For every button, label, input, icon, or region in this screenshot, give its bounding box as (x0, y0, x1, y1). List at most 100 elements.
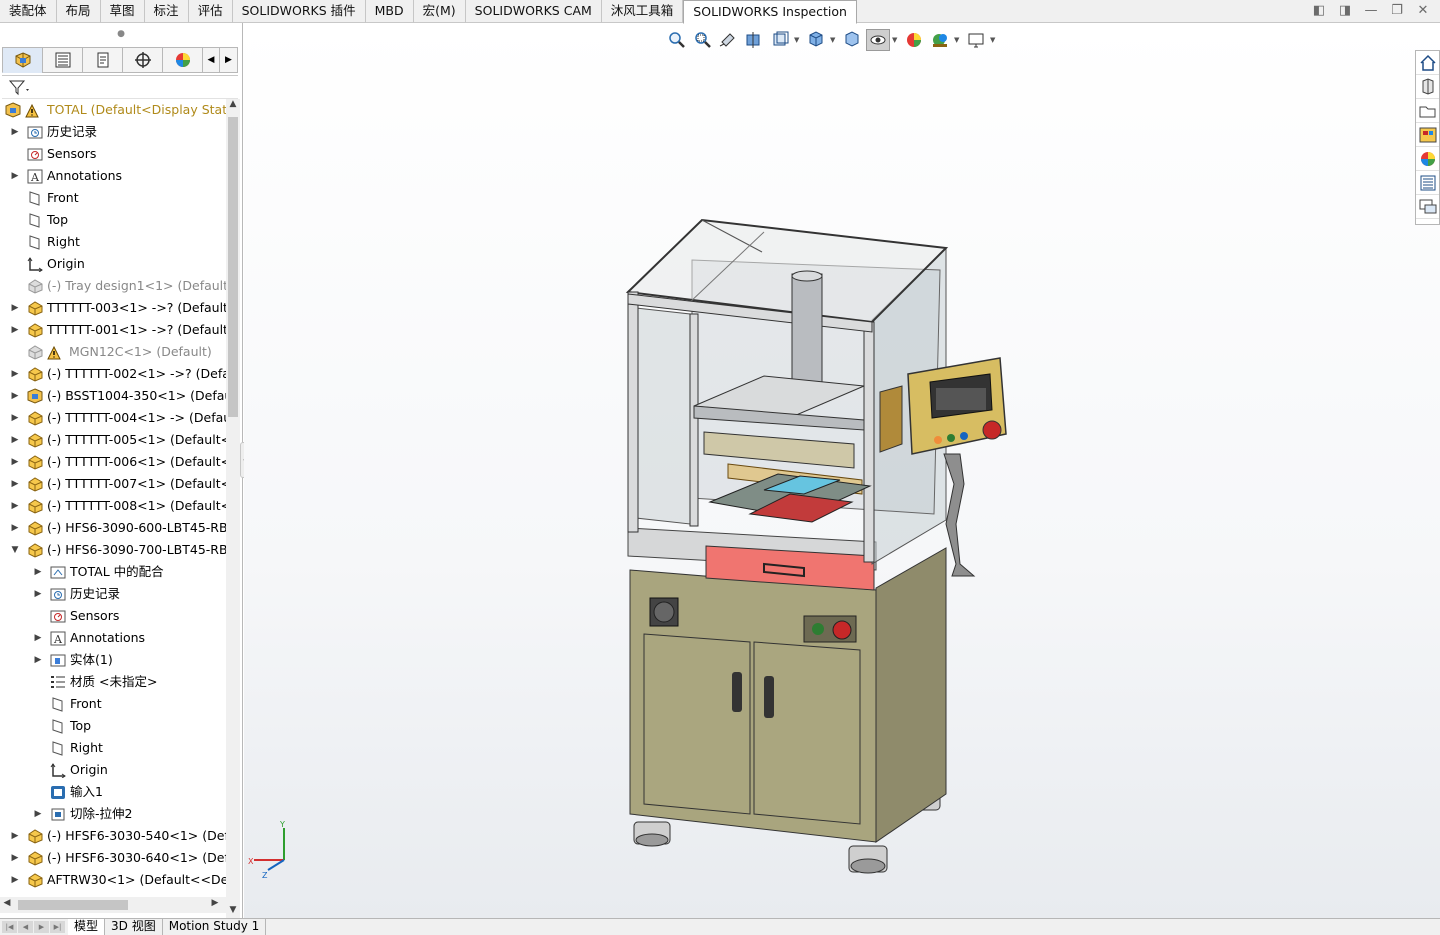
expand-arrow-icon[interactable]: ▶ (33, 627, 43, 649)
tree-item[interactable]: 材质 <未指定> (0, 671, 226, 693)
expand-arrow-icon[interactable]: ▶ (10, 517, 20, 539)
tree-item[interactable]: ▶ 切除-拉伸2 (0, 803, 226, 825)
expand-arrow-icon[interactable]: ▶ (33, 803, 43, 825)
expand-arrow-icon[interactable]: ▶ (10, 121, 20, 143)
panel-grip[interactable]: ● (0, 23, 242, 45)
scroll-down-icon[interactable]: ▼ (226, 905, 240, 919)
tree-item[interactable]: ▶ (-) TTTTTT-002<1> ->? (Defau (0, 363, 226, 385)
tree-item[interactable]: ▶ (-) TTTTTT-008<1> (Default<< (0, 495, 226, 517)
command-tab[interactable]: 草图 (101, 0, 145, 23)
tree-horizontal-scrollbar[interactable]: ◀ ▶ (0, 897, 226, 913)
tree-item[interactable]: ▶ 历史记录 (0, 583, 226, 605)
forum-tab[interactable] (1416, 195, 1439, 219)
tree-item[interactable]: Sensors (0, 605, 226, 627)
expand-arrow-icon[interactable]: ▶ (10, 847, 20, 869)
tabs-scroll-right-icon[interactable]: ▶ (220, 47, 238, 73)
tree-item[interactable]: Front (0, 693, 226, 715)
custom-properties-tab[interactable] (1416, 171, 1439, 195)
command-tab[interactable]: 沐风工具箱 (602, 0, 684, 23)
expand-arrow-icon[interactable]: ▶ (10, 319, 20, 341)
design-library-tab[interactable] (1416, 75, 1439, 99)
tree-item[interactable]: TOTAL (Default<Display State (0, 99, 226, 121)
appearances-tab[interactable] (1416, 147, 1439, 171)
expand-arrow-icon[interactable]: ▶ (10, 429, 20, 451)
tree-item[interactable]: Origin (0, 253, 226, 275)
feature-manager-tab[interactable] (2, 47, 42, 73)
tree-item[interactable]: ▼ (-) HFS6-3090-700-LBT45-RBT (0, 539, 226, 561)
command-tab[interactable]: 标注 (145, 0, 189, 23)
graphics-area[interactable]: ▼ ▼ ▼ ▼ ▼ Y X Z (244, 24, 1440, 918)
tree-item[interactable]: Sensors (0, 143, 226, 165)
expand-arrow-icon[interactable]: ▶ (10, 473, 20, 495)
bottom-tab[interactable]: 3D 视图 (105, 919, 163, 935)
home-tab[interactable] (1416, 51, 1439, 75)
tree-vertical-scrollbar[interactable]: ▲ ▼ (226, 99, 240, 919)
expand-arrow-icon[interactable]: ▶ (33, 561, 43, 583)
tree-item[interactable]: Front (0, 187, 226, 209)
expand-arrow-icon[interactable]: ▶ (10, 451, 20, 473)
last-tab-icon[interactable]: ▶| (50, 921, 65, 933)
expand-arrow-icon[interactable]: ▶ (10, 297, 20, 319)
tree-item[interactable]: MGN12C<1> (Default) (0, 341, 226, 363)
command-tab[interactable]: SOLIDWORKS Inspection (683, 0, 857, 24)
restore-icon[interactable]: ❐ (1386, 2, 1408, 20)
tree-filter[interactable] (2, 75, 238, 99)
expand-arrow-icon[interactable]: ▶ (10, 495, 20, 517)
tree-item[interactable]: ▶ 历史记录 (0, 121, 226, 143)
close-icon[interactable]: ✕ (1412, 2, 1434, 20)
tree-item[interactable]: Top (0, 209, 226, 231)
expand-arrow-icon[interactable]: ▶ (10, 363, 20, 385)
tree-item[interactable]: ▶ (-) HFSF6-3030-640<1> (Defau (0, 847, 226, 869)
command-tab[interactable]: SOLIDWORKS 插件 (233, 0, 366, 23)
tree-item[interactable]: ▶ (-) BSST1004-350<1> (Default (0, 385, 226, 407)
tree-item[interactable]: ▶ A Annotations (0, 627, 226, 649)
bottom-tab[interactable]: 模型 (68, 919, 106, 935)
tree-item[interactable]: ▶ TTTTTT-003<1> ->? (Default< (0, 297, 226, 319)
property-manager-tab[interactable] (42, 47, 82, 73)
tree-item[interactable]: Top (0, 715, 226, 737)
tile-left-icon[interactable]: ◧ (1308, 2, 1330, 20)
scroll-thumb[interactable] (228, 117, 238, 417)
h-scroll-thumb[interactable] (18, 900, 128, 910)
command-tab[interactable]: 布局 (57, 0, 101, 23)
dimxpert-manager-tab[interactable] (122, 47, 162, 73)
tree-item[interactable]: Right (0, 231, 226, 253)
command-tab[interactable]: SOLIDWORKS CAM (466, 0, 602, 23)
command-tab[interactable]: MBD (366, 0, 414, 23)
tree-item[interactable]: ▶ A Annotations (0, 165, 226, 187)
minimize-icon[interactable]: — (1360, 2, 1382, 20)
command-tab[interactable]: 宏(M) (414, 0, 466, 23)
tree-item[interactable]: Origin (0, 759, 226, 781)
view-palette-tab[interactable] (1416, 123, 1439, 147)
tree-item[interactable]: ▶ (-) TTTTTT-005<1> (Default<< (0, 429, 226, 451)
tree-item[interactable]: ▶ TOTAL 中的配合 (0, 561, 226, 583)
scroll-right-icon[interactable]: ▶ (208, 898, 222, 912)
tree-item[interactable]: Right (0, 737, 226, 759)
tree-item[interactable]: ▶ TTTTTT-001<1> ->? (Default< (0, 319, 226, 341)
assembly-model[interactable] (244, 24, 1440, 918)
tree-item[interactable]: ▶ 实体(1) (0, 649, 226, 671)
scroll-left-icon[interactable]: ◀ (0, 898, 14, 912)
tree-item[interactable]: ▶ (-) HFS6-3090-600-LBT45-RBT (0, 517, 226, 539)
tree-item[interactable]: 输入1 (0, 781, 226, 803)
command-tab[interactable]: 装配体 (0, 0, 57, 23)
bottom-tab[interactable]: Motion Study 1 (163, 919, 267, 935)
expand-arrow-icon[interactable]: ▶ (10, 825, 20, 847)
expand-arrow-icon[interactable]: ▶ (10, 385, 20, 407)
tree-item[interactable]: ▶ (-) TTTTTT-006<1> (Default<< (0, 451, 226, 473)
scroll-up-icon[interactable]: ▲ (226, 99, 240, 113)
next-tab-icon[interactable]: ▶ (34, 921, 49, 933)
tabs-scroll-left-icon[interactable]: ◀ (202, 47, 220, 73)
tree-item[interactable]: ▶ (-) TTTTTT-007<1> (Default<< (0, 473, 226, 495)
tile-right-icon[interactable]: ◨ (1334, 2, 1356, 20)
tree-item[interactable]: (-) Tray design1<1> (Default) (0, 275, 226, 297)
first-tab-icon[interactable]: |◀ (2, 921, 17, 933)
expand-arrow-icon[interactable]: ▶ (10, 869, 20, 891)
expand-arrow-icon[interactable]: ▶ (10, 407, 20, 429)
expand-arrow-icon[interactable]: ▶ (10, 165, 20, 187)
expand-arrow-icon[interactable]: ▶ (33, 583, 43, 605)
file-explorer-tab[interactable] (1416, 99, 1439, 123)
tree-item[interactable]: ▶ (-) HFSF6-3030-540<1> (Defau (0, 825, 226, 847)
expand-arrow-icon[interactable]: ▶ (33, 649, 43, 671)
collapse-arrow-icon[interactable]: ▼ (10, 539, 20, 561)
